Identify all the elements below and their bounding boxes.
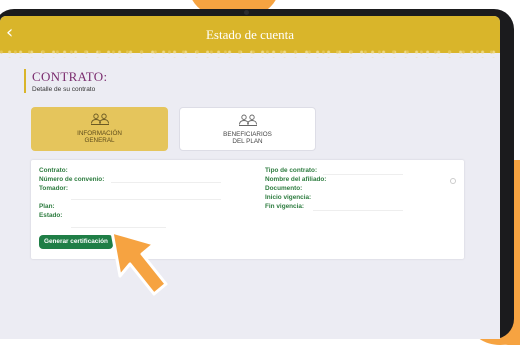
tab-label-line1: INFORMACIÓN (77, 130, 122, 137)
tab-label-line2: GENERAL (84, 137, 115, 144)
generar-certificacion-button[interactable]: Generar certificación (39, 235, 113, 249)
plan-label: Plan: (39, 203, 55, 210)
tab-informacion-general[interactable]: INFORMACIÓN GENERAL (31, 107, 168, 151)
value-underline (111, 182, 221, 183)
value-underline (323, 174, 403, 175)
section-header: CONTRATO: Detalle de su contrato (24, 69, 107, 93)
section-heading: CONTRATO: (32, 69, 108, 84)
inicio-vigencia-label: Inicio vigencia: (265, 194, 312, 201)
value-underline (71, 199, 221, 200)
nombre-afiliado-label: Nombre del afiliado: (265, 176, 327, 183)
users-icon (238, 114, 257, 126)
tab-beneficiarios-del-plan[interactable]: BENEFICIARIOS DEL PLAN (179, 107, 316, 151)
camera-dot (244, 10, 249, 15)
tab-label-line2: DEL PLAN (232, 138, 263, 145)
estado-label: Estado: (39, 212, 63, 219)
fin-vigencia-label: Fin vigencia: (265, 203, 305, 210)
tomador-label: Tomador: (39, 185, 68, 192)
tipo-contrato-label: Tipo de contrato: (265, 167, 318, 174)
app-screen: ‹ Estado de cuenta CONTRATO: Detalle de … (0, 16, 500, 339)
value-underline (313, 210, 403, 211)
section-subheading: Detalle de su contrato (32, 86, 96, 93)
tablet-frame: ‹ Estado de cuenta CONTRATO: Detalle de … (0, 9, 514, 339)
page-title: Estado de cuenta (205, 27, 295, 42)
info-dot-icon (450, 178, 456, 184)
app-header: ‹ Estado de cuenta (0, 16, 500, 58)
contract-details-card: Contrato: Número de convenio: Tomador: P… (31, 160, 464, 259)
users-icon (90, 113, 109, 125)
header-texture (0, 48, 500, 58)
contrato-label: Contrato: (39, 167, 68, 174)
documento-label: Documento: (265, 185, 303, 192)
pointer-arrow-icon (110, 230, 168, 296)
tab-label-line1: BENEFICIARIOS (223, 131, 272, 138)
numero-convenio-label: Número de convenio: (39, 176, 105, 183)
